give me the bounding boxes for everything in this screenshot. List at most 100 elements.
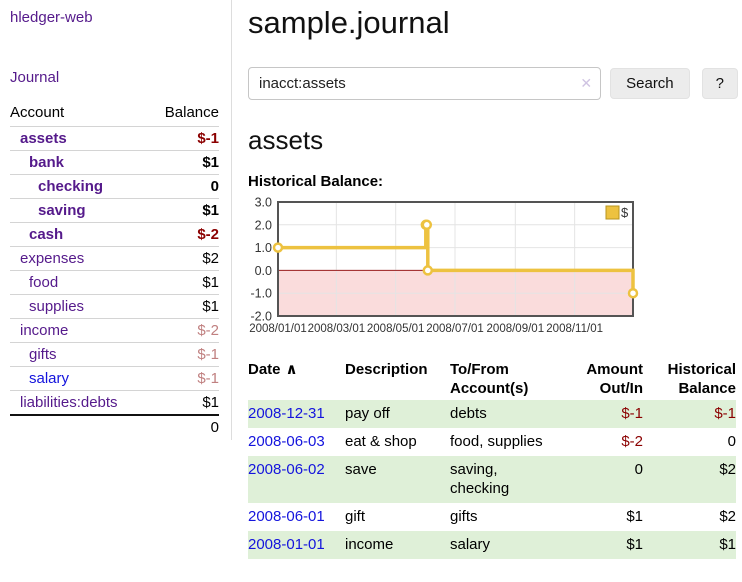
register-date-link[interactable]: 2008-06-02: [248, 461, 325, 478]
main-content: sample.journal ✕ Search ? assets Histori…: [248, 0, 738, 559]
register-col-date[interactable]: Date∧: [248, 357, 345, 400]
legend-label: $: [621, 205, 629, 220]
account-link-supplies[interactable]: supplies: [10, 298, 84, 315]
register-description: eat & shop: [345, 428, 450, 456]
accounts-total-value: 0: [149, 415, 219, 439]
register-balance: $1: [643, 531, 736, 559]
account-link-income[interactable]: income: [10, 322, 68, 339]
register-col-amount[interactable]: Amount Out/In: [560, 357, 643, 400]
sidebar: hledger-web Journal Account Balance asse…: [0, 0, 232, 440]
account-balance: $1: [149, 271, 219, 295]
register-description: gift: [345, 503, 450, 531]
account-balance: $-2: [149, 319, 219, 343]
account-link-bank[interactable]: bank: [10, 154, 64, 171]
account-balance: $-2: [149, 223, 219, 247]
register-date-link[interactable]: 2008-06-03: [248, 433, 325, 450]
account-balance: $1: [149, 151, 219, 175]
account-row: checking 0: [10, 175, 219, 199]
account-link-assets[interactable]: assets: [10, 130, 67, 147]
account-row: food $1: [10, 271, 219, 295]
register-row: 2008-12-31pay offdebts$-1$-1: [248, 400, 736, 428]
register-amount: $1: [560, 531, 643, 559]
register-row: 2008-01-01incomesalary$1$1: [248, 531, 736, 559]
register-balance: 0: [643, 428, 736, 456]
svg-text:1.0: 1.0: [255, 241, 272, 255]
register-row: 2008-06-01 giftgifts$1$2: [248, 503, 736, 531]
account-row: cash $-2: [10, 223, 219, 247]
clear-search-icon[interactable]: ✕: [580, 75, 592, 91]
register-accounts: food, supplies: [450, 428, 560, 456]
account-balance: $1: [149, 199, 219, 223]
account-row: supplies $1: [10, 295, 219, 319]
svg-text:2008/11/01: 2008/11/01: [546, 323, 603, 335]
account-balance: $-1: [149, 367, 219, 391]
page-title: sample.journal: [248, 5, 738, 41]
register-balance: $2: [643, 456, 736, 503]
accounts-total-row: 0: [10, 415, 219, 439]
account-balance: $2: [149, 247, 219, 271]
accounts-header-balance: Balance: [149, 101, 219, 127]
svg-text:-2.0: -2.0: [250, 310, 272, 324]
account-row: gifts $-1: [10, 343, 219, 367]
register-accounts: saving, checking: [450, 456, 560, 503]
help-button[interactable]: ?: [702, 68, 738, 99]
nav-journal-link[interactable]: Journal: [10, 69, 219, 86]
register-col-description[interactable]: Description: [345, 357, 450, 400]
account-balance: $1: [149, 295, 219, 319]
register-date-link[interactable]: 2008-06-01: [248, 508, 325, 525]
register-col-balance[interactable]: Historical Balance: [643, 357, 736, 400]
register-amount: $-2: [560, 428, 643, 456]
search-form: ✕ Search ?: [248, 67, 738, 100]
account-row: assets $-1: [10, 127, 219, 151]
register-balance: $-1: [643, 400, 736, 428]
account-row: income $-2: [10, 319, 219, 343]
chart-title: Historical Balance:: [248, 173, 738, 190]
svg-text:0.0: 0.0: [255, 264, 272, 278]
register-amount: $1: [560, 503, 643, 531]
register-amount: 0: [560, 456, 643, 503]
search-button[interactable]: Search: [610, 68, 690, 99]
account-link-salary[interactable]: salary: [10, 370, 69, 387]
register-col-accounts[interactable]: To/From Account(s): [450, 357, 560, 400]
account-balance: $-1: [149, 343, 219, 367]
account-row: liabilities:debts $1: [10, 391, 219, 416]
register-description: income: [345, 531, 450, 559]
brand-link[interactable]: hledger-web: [10, 9, 219, 26]
historical-balance-chart: 3.02.01.00.0-1.0-2.02008/01/012008/03/01…: [248, 192, 738, 347]
register-accounts: gifts: [450, 503, 560, 531]
account-link-cash[interactable]: cash: [10, 226, 63, 243]
accounts-table: Account Balance assets $-1 bank $1 checking 0…: [10, 101, 219, 439]
account-balance: 0: [149, 175, 219, 199]
search-input[interactable]: [248, 67, 601, 100]
account-link-food[interactable]: food: [10, 274, 58, 291]
register-table: Date∧ Description To/From Account(s) Amo…: [248, 357, 736, 559]
svg-text:2008/07/01: 2008/07/01: [426, 323, 484, 335]
accounts-header-account: Account: [10, 101, 149, 127]
account-link-saving[interactable]: saving: [10, 202, 86, 219]
legend-swatch: [606, 206, 619, 219]
svg-text:2008/09/01: 2008/09/01: [487, 323, 545, 335]
chart-canvas: 3.02.01.00.0-1.0-2.02008/01/012008/03/01…: [248, 192, 708, 342]
account-balance: $1: [149, 391, 219, 416]
account-heading: assets: [248, 125, 738, 156]
svg-text:2008/05/01: 2008/05/01: [367, 323, 425, 335]
account-row: expenses $2: [10, 247, 219, 271]
register-date-link[interactable]: 2008-12-31: [248, 405, 325, 422]
register-date-link[interactable]: 2008-01-01: [248, 536, 325, 553]
register-accounts: debts: [450, 400, 560, 428]
account-link-checking[interactable]: checking: [10, 178, 103, 195]
account-row: saving $1: [10, 199, 219, 223]
account-row: bank $1: [10, 151, 219, 175]
sort-ascending-icon: ∧: [286, 361, 298, 378]
svg-text:-1.0: -1.0: [250, 287, 272, 301]
account-link-expenses[interactable]: expenses: [10, 250, 84, 267]
register-row: 2008-06-03 eat & shopfood, supplies$-20: [248, 428, 736, 456]
account-link-gifts[interactable]: gifts: [10, 346, 57, 363]
register-balance: $2: [643, 503, 736, 531]
svg-text:2.0: 2.0: [255, 218, 272, 232]
account-balance: $-1: [149, 127, 219, 151]
register-amount: $-1: [560, 400, 643, 428]
register-header-row: Date∧ Description To/From Account(s) Amo…: [248, 357, 736, 400]
account-row: salary $-1: [10, 367, 219, 391]
account-link-liabilities-debts[interactable]: liabilities:debts: [10, 394, 118, 411]
